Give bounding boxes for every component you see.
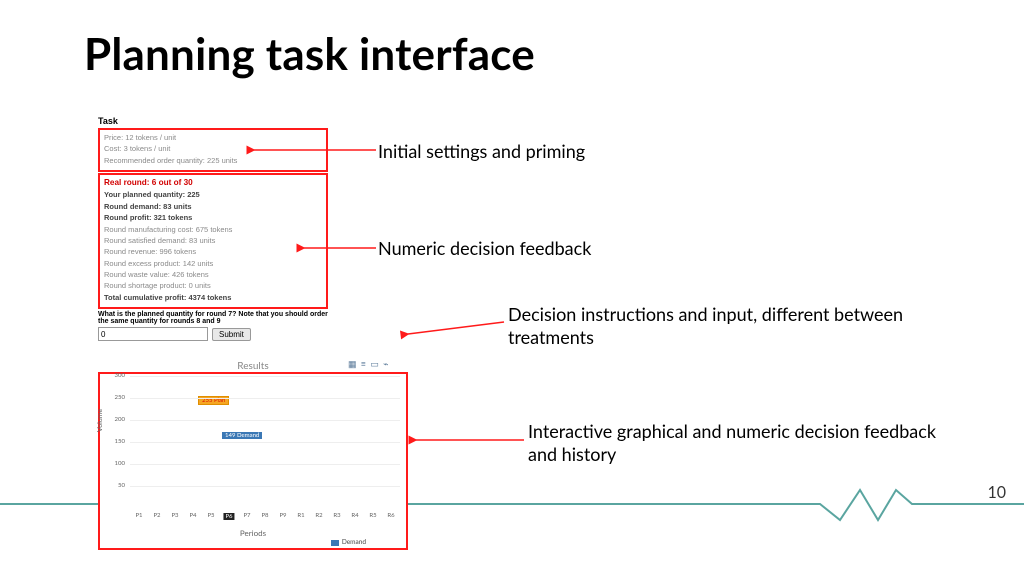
shortage: Round shortage product: 0 units	[104, 281, 322, 290]
annotation-feedback: Numeric decision feedback	[378, 237, 591, 259]
mfg-cost: Round manufacturing cost: 675 tokens	[104, 225, 322, 234]
legend-swatch	[331, 540, 339, 546]
x-tick-label: P3	[171, 512, 178, 519]
x-tick-label: R1	[297, 512, 304, 519]
x-tick-label: P7	[243, 512, 250, 519]
round-demand: Round demand: 83 units	[104, 202, 322, 211]
x-tick-label: P1	[135, 512, 142, 519]
legend-label: Demand	[342, 539, 366, 546]
round-indicator: Real round: 6 out of 30	[104, 178, 322, 188]
feedback-box: Real round: 6 out of 30 Your planned qua…	[98, 173, 328, 309]
plot-area: P1P2P3P4P5P6P7P8P9R1R2R3R4R5R6 255 Plan …	[130, 376, 400, 508]
x-tick-label: R6	[387, 512, 394, 519]
results-chart[interactable]: Volume 50100150200250300 P1P2P3P4P5P6P7P…	[98, 372, 408, 550]
annotation-chart: Interactive graphical and numeric decisi…	[528, 420, 948, 467]
x-tick-label: P8	[261, 512, 268, 519]
round-profit: Round profit: 321 tokens	[104, 213, 322, 222]
decision-prompt: What is the planned quantity for round 7…	[98, 311, 328, 325]
arrow-initial	[250, 140, 376, 159]
planned-qty: Your planned quantity: 225	[104, 190, 322, 199]
quantity-input[interactable]	[98, 327, 208, 341]
y-axis: 50100150200250300	[100, 376, 130, 508]
slide-title: Planning task interface	[84, 28, 535, 80]
revenue: Round revenue: 996 tokens	[104, 247, 322, 256]
annotation-decision: Decision instructions and input, differe…	[508, 303, 928, 350]
task-heading: Task	[98, 116, 328, 126]
x-tick-label: R2	[315, 512, 322, 519]
satisfied-demand: Round satisfied demand: 83 units	[104, 236, 322, 245]
arrow-chart	[412, 432, 524, 451]
chart-toolbar-icons[interactable]: ▦ ≡ ▭ ⌁	[348, 358, 390, 370]
x-tick-label: P6	[223, 513, 234, 520]
x-tick-label: P9	[279, 512, 286, 519]
x-tick-label: P5	[207, 512, 214, 519]
annotation-initial: Initial settings and priming	[378, 140, 585, 162]
legend: Demand	[331, 539, 366, 546]
decision-input-row: Submit	[98, 327, 328, 341]
x-tick-label: R3	[333, 512, 340, 519]
x-tick-label: R5	[369, 512, 376, 519]
x-tick-label: P2	[153, 512, 160, 519]
arrow-decision	[404, 318, 504, 342]
cumulative-profit: Total cumulative profit: 4374 tokens	[104, 293, 322, 302]
x-tick-label: R4	[351, 512, 358, 519]
demand-badge: 149 Demand	[222, 432, 262, 439]
arrow-feedback	[300, 240, 376, 259]
submit-button[interactable]: Submit	[212, 328, 251, 341]
x-tick-label: P4	[189, 512, 196, 519]
excess: Round excess product: 142 units	[104, 259, 322, 268]
x-axis-label: Periods	[100, 528, 406, 538]
waste: Round waste value: 426 tokens	[104, 270, 322, 279]
